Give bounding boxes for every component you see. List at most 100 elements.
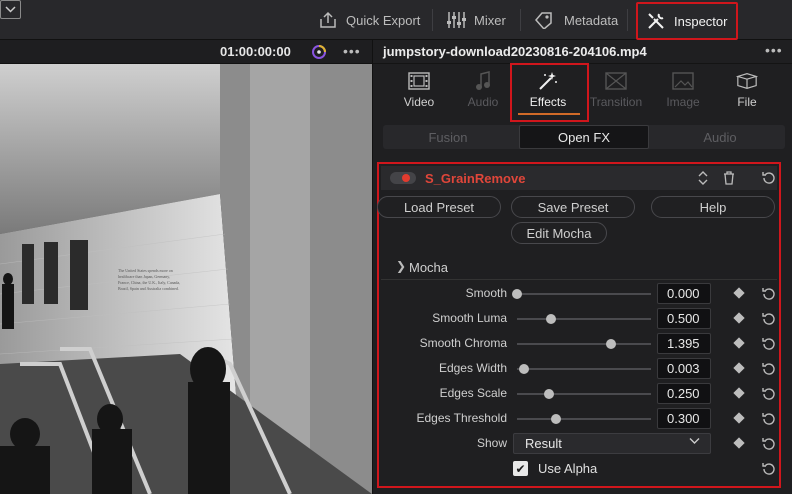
chevron-down-icon (689, 438, 700, 444)
tag-icon (535, 12, 552, 29)
keyframe-icon[interactable] (733, 412, 745, 424)
param-row: Edges Threshold 0.300 (381, 407, 777, 431)
param-slider[interactable] (517, 343, 651, 345)
transition-icon (605, 71, 627, 91)
tab-audio[interactable]: Audio (451, 71, 515, 115)
chevron-right-icon: ❯ (396, 259, 407, 273)
param-row: Smooth 0.000 (381, 282, 777, 306)
show-value: Result (525, 436, 562, 451)
keyframe-icon[interactable] (733, 362, 745, 374)
keyframe-icon[interactable] (733, 337, 745, 349)
file-icon (736, 71, 758, 91)
param-value-field[interactable]: 0.003 (657, 358, 711, 379)
toolbar-divider (520, 9, 521, 31)
music-note-icon (472, 71, 494, 91)
show-dropdown[interactable]: Result (513, 433, 711, 454)
slider-handle[interactable] (605, 339, 616, 349)
tab-video[interactable]: Video (387, 71, 451, 115)
param-row: Smooth Chroma 1.395 (381, 332, 777, 356)
effect-name: S_GrainRemove (425, 171, 526, 186)
edit-mocha-button[interactable]: Edit Mocha (511, 222, 607, 244)
effect-card: S_GrainRemove Load Preset Save Preset He… (377, 162, 781, 488)
use-alpha-label: Use Alpha (538, 461, 598, 476)
param-label: Smooth Luma (432, 311, 507, 325)
clip-header: jumpstory-download20230816-204106.mp4 ••… (373, 40, 792, 64)
clip-options-menu[interactable]: ••• (765, 42, 783, 58)
param-label: Edges Threshold (416, 411, 507, 425)
svg-text:The United States spends more: The United States spends more on (118, 268, 173, 273)
show-row: Show Result (381, 432, 777, 456)
reset-icon[interactable] (761, 411, 777, 427)
reset-icon[interactable] (761, 461, 777, 477)
param-slider[interactable] (517, 368, 651, 370)
param-slider[interactable] (517, 418, 651, 420)
use-alpha-checkbox[interactable]: ✔ (513, 461, 528, 476)
save-preset-button[interactable]: Save Preset (511, 196, 635, 218)
subtab-open-fx[interactable]: Open FX (519, 125, 649, 149)
quick-export-button[interactable]: Quick Export (318, 0, 420, 40)
param-row: Edges Width 0.003 (381, 357, 777, 381)
slider-handle[interactable] (545, 314, 556, 324)
inspector-label: Inspector (674, 13, 728, 29)
show-label: Show (476, 436, 507, 450)
param-label: Edges Scale (439, 386, 507, 400)
reset-icon[interactable] (761, 286, 777, 302)
param-label: Smooth (465, 286, 507, 300)
tab-label: Transition (589, 95, 643, 109)
expand-panel-button[interactable] (0, 0, 21, 19)
tab-label: Video (403, 95, 435, 109)
param-row: Edges Scale 0.250 (381, 382, 777, 406)
keyframe-icon[interactable] (733, 437, 745, 449)
keyframe-icon[interactable] (733, 387, 745, 399)
metadata-label: Metadata (564, 12, 619, 28)
tab-file[interactable]: File (715, 71, 779, 115)
tab-transition[interactable]: Transition (584, 71, 648, 115)
mocha-section[interactable]: ❯ Mocha (381, 254, 777, 280)
color-wheel-icon[interactable] (310, 43, 328, 61)
reset-icon[interactable] (761, 361, 777, 377)
tab-label: Image (666, 95, 700, 109)
param-label: Edges Width (438, 361, 507, 375)
toolbar-divider (432, 9, 433, 31)
param-value-field[interactable]: 0.250 (657, 383, 711, 404)
keyframe-icon[interactable] (733, 287, 745, 299)
viewer-header: 01:00:00:00 ••• (0, 40, 372, 64)
trash-icon[interactable] (723, 171, 735, 185)
mocha-label: Mocha (409, 260, 449, 275)
slider-handle[interactable] (550, 414, 561, 424)
reset-icon[interactable] (761, 336, 777, 352)
reset-icon[interactable] (761, 386, 777, 402)
param-value-field[interactable]: 0.300 (657, 408, 711, 429)
inspector-button[interactable]: Inspector (636, 2, 738, 40)
param-value-field[interactable]: 1.395 (657, 333, 711, 354)
param-value-field[interactable]: 0.000 (657, 283, 711, 304)
param-slider[interactable] (517, 393, 651, 395)
param-value-field[interactable]: 0.500 (657, 308, 711, 329)
effects-subtabs: Fusion Open FX Audio (383, 125, 785, 149)
param-label: Smooth Chroma (419, 336, 507, 350)
reorder-icon[interactable] (698, 169, 708, 187)
keyframe-icon[interactable] (733, 312, 745, 324)
reset-icon[interactable] (761, 436, 777, 452)
quick-export-label: Quick Export (346, 12, 421, 28)
subtab-fusion[interactable]: Fusion (383, 125, 513, 149)
slider-handle[interactable] (518, 364, 529, 374)
metadata-button[interactable]: Metadata (534, 0, 618, 40)
slider-handle[interactable] (544, 389, 555, 399)
mixer-button[interactable]: Mixer (446, 0, 506, 40)
param-slider[interactable] (517, 293, 651, 295)
load-preset-button[interactable]: Load Preset (377, 196, 501, 218)
param-row: Smooth Luma 0.500 (381, 307, 777, 331)
reset-icon[interactable] (761, 311, 777, 327)
tab-image[interactable]: Image (651, 71, 715, 115)
video-preview: The United States spends more on healthc… (0, 64, 372, 494)
effect-enable-toggle[interactable] (390, 172, 416, 184)
subtab-audio[interactable]: Audio (655, 125, 785, 149)
param-slider[interactable] (517, 318, 651, 320)
help-button[interactable]: Help (651, 196, 775, 218)
viewer-options-menu[interactable]: ••• (343, 43, 361, 59)
timecode-display: 01:00:00:00 (220, 44, 291, 59)
top-toolbar: Quick Export Mixer Metadata Inspector (0, 0, 792, 40)
reset-icon[interactable] (761, 170, 777, 186)
slider-handle[interactable] (512, 289, 522, 299)
